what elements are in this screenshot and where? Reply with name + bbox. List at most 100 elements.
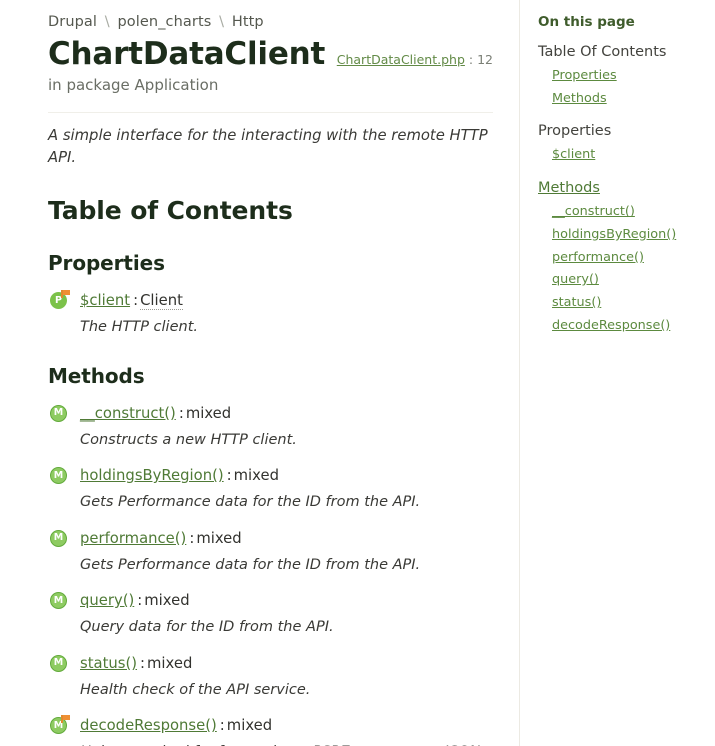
sidebar-link-methods[interactable]: Methods: [552, 91, 607, 106]
table-of-contents-heading: Table of Contents: [48, 195, 293, 225]
breadcrumb: Drupal \ polen_charts \ Http: [48, 14, 493, 30]
sidebar-item-client[interactable]: $client: [552, 145, 703, 166]
breadcrumb-item-0[interactable]: Drupal: [48, 14, 97, 30]
sidebar-link-client[interactable]: $client: [552, 147, 595, 162]
method-badge-icon: M: [50, 715, 71, 737]
method-badge-letter: M: [50, 592, 67, 610]
method-return-type: mixed: [144, 592, 190, 610]
sidebar-item-decode-response[interactable]: decodeResponse(): [552, 316, 703, 337]
method-badge-icon: M: [50, 591, 71, 612]
method-colon: :: [137, 592, 143, 610]
sidebar-item-methods[interactable]: Methods: [552, 89, 703, 110]
method-return-type: mixed: [233, 467, 279, 485]
method-name-link[interactable]: holdingsByRegion(): [80, 467, 224, 484]
method-description: Constructs a new HTTP client.: [80, 431, 297, 448]
property-signature: $client: Client: [80, 291, 493, 310]
sidebar-link-decode-response[interactable]: decodeResponse(): [552, 318, 670, 333]
method-description: Query data for the ID from the API.: [80, 619, 334, 636]
sidebar-heading-table-of-contents: Table Of Contents: [538, 44, 667, 60]
sidebar-title: On this page: [538, 14, 635, 30]
sidebar-item-status[interactable]: status(): [552, 293, 703, 314]
methods-heading: Methods: [48, 363, 145, 388]
method-badge-icon: M: [50, 466, 71, 487]
method-return-type: mixed: [147, 654, 193, 672]
file-line-number: 12: [477, 52, 493, 67]
sidebar-item-holdings-by-region[interactable]: holdingsByRegion(): [552, 225, 703, 246]
method-name-link[interactable]: status(): [80, 655, 137, 672]
method-entry: M holdingsByRegion(): mixed Gets Performa…: [48, 466, 493, 513]
on-this-page-sidebar: On this page Table Of Contents Propertie…: [519, 0, 715, 746]
sidebar-heading-properties: Properties: [538, 123, 612, 140]
property-entry: P $client: Client The HTTP client.: [48, 289, 493, 338]
method-name-link[interactable]: performance(): [80, 530, 186, 547]
method-badge-icon: M: [50, 404, 71, 425]
sidebar-link-properties[interactable]: Properties: [552, 68, 617, 83]
method-colon: :: [219, 717, 225, 735]
method-return-type: mixed: [196, 529, 242, 547]
method-return-type: mixed: [226, 717, 273, 735]
method-signature: performance(): mixed: [80, 529, 493, 548]
property-type-link[interactable]: Client: [140, 291, 183, 310]
page-title: ChartDataClient: [48, 36, 326, 72]
method-badge-icon: M: [50, 529, 71, 550]
method-description: Gets Performance data for the ID from th…: [80, 556, 421, 573]
method-name-link[interactable]: __construct(): [80, 405, 176, 422]
package-subtitle: in package Application: [48, 75, 219, 94]
static-flag-icon: [61, 289, 70, 298]
sidebar-link-construct[interactable]: __construct(): [552, 204, 635, 219]
class-summary: A simple interface for the interacting w…: [48, 127, 488, 166]
file-line-colon: :: [468, 52, 474, 67]
method-colon: :: [189, 529, 195, 547]
breadcrumb-separator: \: [219, 14, 225, 30]
header-divider: [48, 112, 493, 114]
breadcrumb-separator: \: [104, 14, 110, 30]
breadcrumb-item-2[interactable]: Http: [232, 14, 264, 30]
sidebar-heading-methods[interactable]: Methods: [538, 178, 703, 199]
method-signature: holdingsByRegion(): mixed: [80, 466, 493, 485]
sidebar-group-properties: Properties $client: [538, 121, 703, 166]
sidebar-item-properties[interactable]: Properties: [552, 66, 703, 87]
method-badge-letter: M: [50, 404, 67, 422]
sidebar-link-status[interactable]: status(): [552, 295, 601, 310]
method-entry: M performance(): mixed Gets Performance d…: [48, 529, 493, 576]
sidebar-link-holdings-by-region[interactable]: holdingsByRegion(): [552, 227, 676, 242]
properties-heading: Properties: [48, 250, 165, 275]
sidebar-link-query[interactable]: query(): [552, 272, 599, 287]
method-description: Gets Performance data for the ID from th…: [80, 494, 421, 511]
method-badge-letter: M: [50, 654, 67, 672]
source-file-link[interactable]: ChartDataClient.php: [337, 52, 465, 67]
method-description: Helper method for formatting a PSR7 resp…: [80, 742, 493, 746]
flag-cloth: [63, 715, 70, 721]
method-name-link[interactable]: query(): [80, 592, 134, 609]
method-entry: M decodeResponse():mixed Helper method f…: [48, 715, 493, 746]
sidebar-item-performance[interactable]: performance(): [552, 248, 703, 269]
property-badge-icon: P: [50, 289, 71, 312]
sidebar-item-query[interactable]: query(): [552, 270, 703, 291]
method-entry: M __construct(): mixed Constructs a new H…: [48, 404, 493, 451]
method-entry: M status(): mixed Health check of the API…: [48, 654, 493, 701]
method-entry: M query(): mixed Query data for the ID fr…: [48, 591, 493, 638]
method-colon: :: [178, 404, 184, 422]
method-badge-letter: M: [50, 467, 67, 485]
title-row: ChartDataClient ChartDataClient.php : 12: [48, 36, 493, 73]
method-colon: :: [140, 654, 146, 672]
method-signature: decodeResponse(): mixed: [80, 716, 493, 735]
sidebar-link-performance[interactable]: performance(): [552, 250, 644, 265]
property-name-link[interactable]: $client: [80, 292, 130, 309]
property-colon: :: [133, 291, 139, 309]
method-description: Health check of the API service.: [80, 681, 311, 698]
method-name-link[interactable]: decodeResponse(): [80, 717, 217, 734]
sidebar-item-construct[interactable]: __construct(): [552, 202, 703, 223]
method-signature: query(): mixed: [80, 591, 493, 610]
method-badge-letter: M: [50, 529, 67, 547]
breadcrumb-item-1[interactable]: polen_charts: [117, 14, 211, 30]
sidebar-group-methods: Methods __construct() holdingsByRegion()…: [538, 178, 703, 336]
property-description: The HTTP client.: [80, 319, 198, 336]
method-signature: status(): mixed: [80, 654, 493, 673]
method-return-type: mixed: [185, 404, 232, 422]
main-content: Drupal \ polen_charts \ Http ChartDataCl…: [0, 0, 519, 746]
method-colon: :: [226, 467, 232, 485]
method-signature: __construct(): mixed: [80, 404, 493, 423]
flag-cloth: [63, 289, 70, 295]
documentation-page: Drupal \ polen_charts \ Http ChartDataCl…: [0, 0, 715, 746]
